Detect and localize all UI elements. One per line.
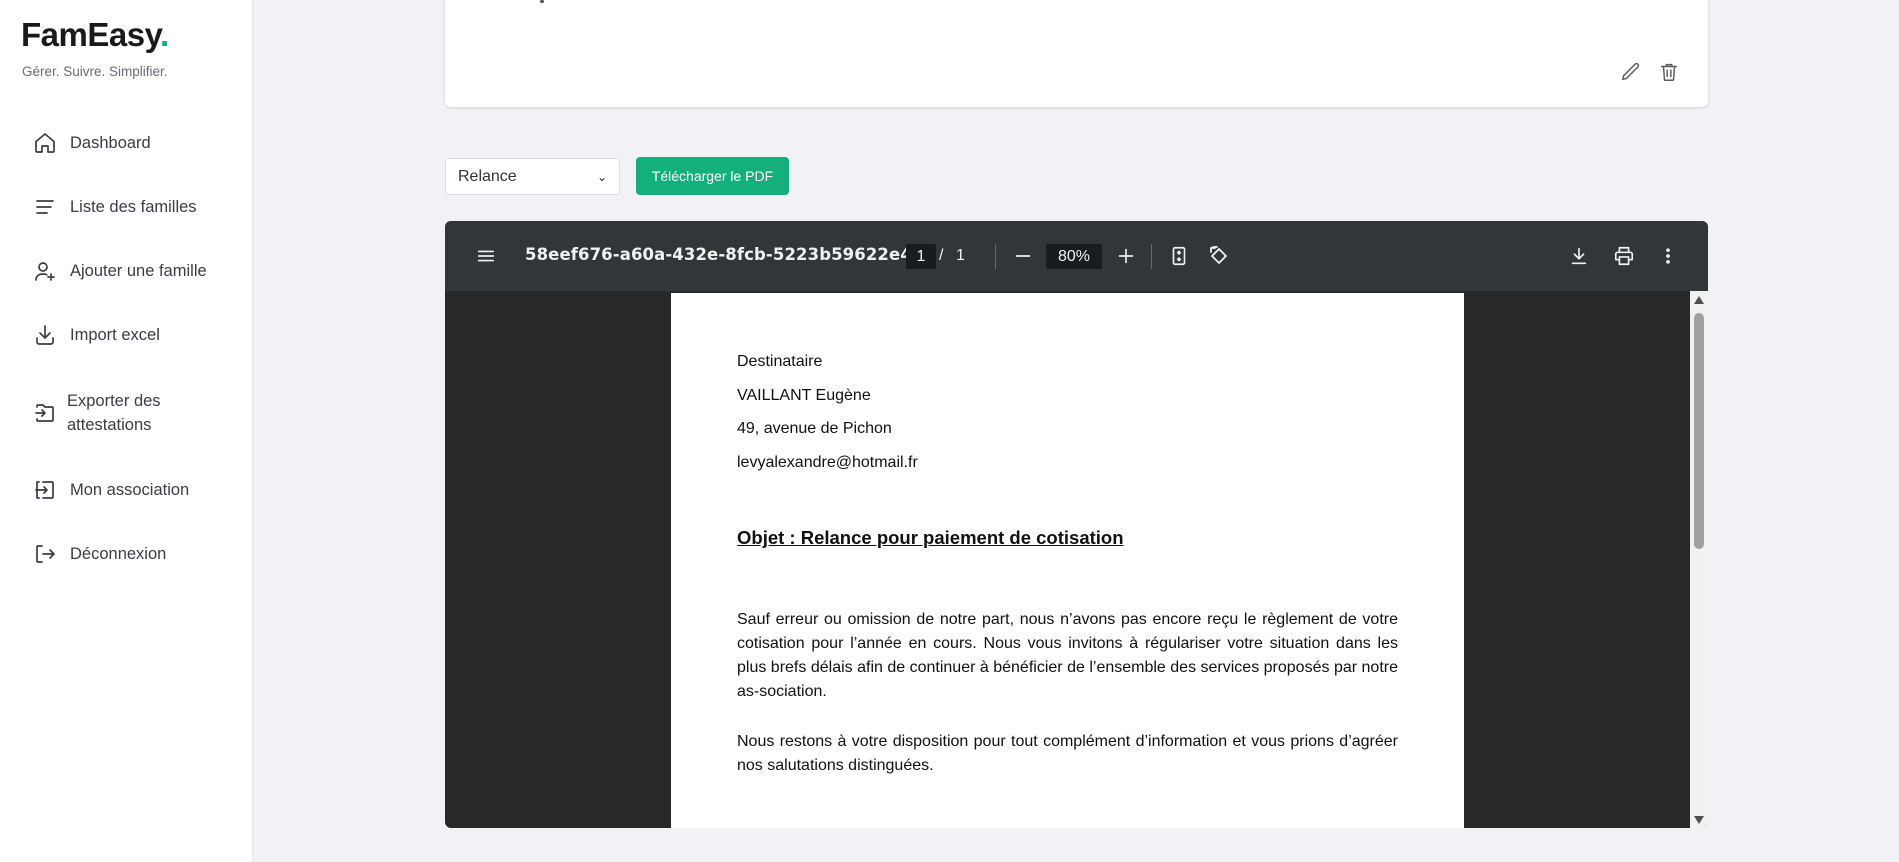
sidebar-item-label: Mon association xyxy=(70,481,190,499)
home-icon xyxy=(33,131,57,155)
sidebar-item-exporter-des-attestations[interactable]: Exporter des attestations xyxy=(33,389,187,437)
scroll-thumb[interactable] xyxy=(1694,313,1704,549)
letter-subject: Objet : Relance pour paiement de cotisat… xyxy=(737,527,1124,548)
content-card xyxy=(445,0,1708,107)
sidebar-item-mon-association[interactable]: Mon association xyxy=(33,478,189,502)
pdf-page: Destinataire VAILLANT Eugène 49, avenue … xyxy=(671,293,1464,828)
select-value: Relance xyxy=(458,167,517,185)
rotate-icon[interactable] xyxy=(1207,244,1231,268)
letter-paragraph: Nous restons à votre disposition pour to… xyxy=(737,733,1398,774)
sidebar-item-label: Ajouter une famille xyxy=(70,262,207,280)
toolbar-divider xyxy=(995,244,996,269)
menu-icon[interactable] xyxy=(475,245,497,267)
sidebar: FamEasy. Gérer. Suivre. Simplifier. Dash… xyxy=(0,0,253,862)
sidebar-item-import-excel[interactable]: Import excel xyxy=(33,323,160,347)
more-options-icon[interactable] xyxy=(1658,245,1678,267)
recipient-email: levyalexandre@hotmail.fr xyxy=(737,454,918,471)
pencil-icon[interactable] xyxy=(1620,61,1642,88)
list-icon xyxy=(33,195,57,219)
download-icon[interactable] xyxy=(1568,245,1590,267)
pdf-viewer: 58eef676-a60a-432e-8fcb-5223b59622e4 1 /… xyxy=(445,221,1708,828)
pdf-toolbar: 58eef676-a60a-432e-8fcb-5223b59622e4 1 /… xyxy=(445,221,1708,291)
toolbar-divider xyxy=(1151,244,1152,269)
export-icon xyxy=(33,401,57,425)
sidebar-item-liste-des-familles[interactable]: Liste des familles xyxy=(33,195,197,219)
sidebar-item-label: Exporter des attestations xyxy=(67,392,161,434)
trash-icon[interactable] xyxy=(1658,61,1680,88)
page-total: 1 xyxy=(956,247,965,264)
zoom-level-input[interactable]: 80% xyxy=(1046,244,1102,269)
document-title: 58eef676-a60a-432e-8fcb-5223b59622e4 xyxy=(525,245,912,264)
brand-tagline: Gérer. Suivre. Simplifier. xyxy=(22,64,168,79)
chevron-down-icon: ⌄ xyxy=(596,169,607,184)
logout-icon xyxy=(33,542,57,566)
letter-paragraph: Sauf erreur ou omission de notre part, n… xyxy=(737,611,1398,700)
sidebar-item-ajouter-une-famille[interactable]: Ajouter une famille xyxy=(33,259,207,283)
scroll-up-arrow[interactable] xyxy=(1694,296,1704,304)
recipient-name: VAILLANT Eugène xyxy=(737,387,871,404)
sidebar-item-label: Import excel xyxy=(70,326,160,344)
sidebar-item-deconnexion[interactable]: Déconnexion xyxy=(33,542,166,566)
fit-page-icon[interactable] xyxy=(1168,244,1190,268)
download-pdf-button[interactable]: Télécharger le PDF xyxy=(636,157,789,195)
card-text-fragment xyxy=(540,0,544,3)
brand-logo: FamEasy. xyxy=(21,16,169,53)
scroll-down-arrow[interactable] xyxy=(1694,816,1704,824)
page-separator: / xyxy=(939,247,944,264)
sidebar-item-label: Déconnexion xyxy=(70,545,167,563)
download-icon xyxy=(33,323,57,347)
sidebar-item-label: Liste des familles xyxy=(70,198,197,216)
letter-type-select[interactable]: Relance ⌄ xyxy=(445,158,620,195)
zoom-in-icon[interactable] xyxy=(1115,245,1137,267)
user-plus-icon xyxy=(33,259,57,283)
pdf-scrollbar[interactable] xyxy=(1690,291,1708,828)
zoom-out-icon[interactable] xyxy=(1012,245,1034,267)
page-number-input[interactable]: 1 xyxy=(906,244,936,269)
print-icon[interactable] xyxy=(1612,245,1636,267)
recipient-label: Destinataire xyxy=(737,353,823,370)
login-icon xyxy=(33,478,57,502)
card-actions xyxy=(1620,61,1680,88)
sidebar-item-dashboard[interactable]: Dashboard xyxy=(33,131,151,155)
sidebar-item-label: Dashboard xyxy=(70,134,151,152)
recipient-address: 49, avenue de Pichon xyxy=(737,420,892,437)
